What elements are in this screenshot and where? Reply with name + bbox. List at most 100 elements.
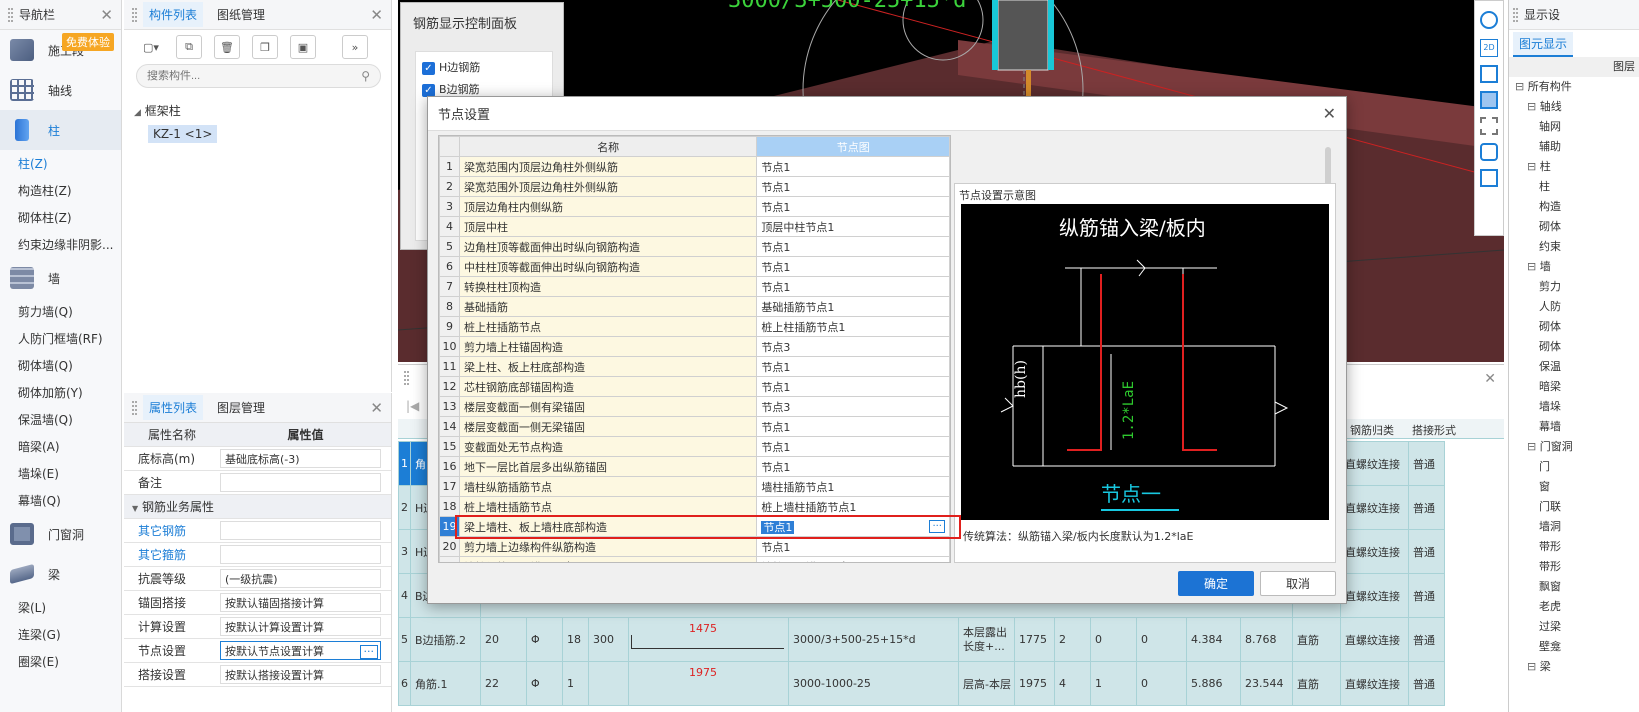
collapse-icon[interactable]: ⊟ [1515, 80, 1528, 93]
cell-type[interactable]: 普通 [1408, 441, 1445, 486]
orbit-icon[interactable] [1480, 11, 1498, 29]
cell-type[interactable]: 普通 [1408, 573, 1445, 618]
display-tree-item[interactable]: 过梁 [1509, 617, 1639, 637]
display-tree-item[interactable]: 轴网 [1509, 117, 1639, 137]
nav-cat-axis[interactable]: 轴线 [0, 70, 121, 110]
prop-value[interactable]: 按默认锚固搭接计算 [220, 593, 381, 612]
node-table-row[interactable]: 12 芯柱钢筋底部锚固构造 节点1 [439, 376, 950, 397]
nav-item-wall[interactable]: 砌体墙(Q) [0, 352, 121, 379]
node-table-row[interactable]: 5 边角柱顶等截面伸出时纵向钢筋构造 节点1 [439, 236, 950, 257]
cell-type[interactable]: 普通 [1408, 485, 1445, 530]
display-tree-item[interactable]: 砌体 [1509, 317, 1639, 337]
drag-grip-icon[interactable] [1513, 7, 1518, 22]
display-tree-item[interactable]: 约束 [1509, 237, 1639, 257]
node-name[interactable]: 顶层边角柱内侧纵筋 [458, 196, 758, 217]
close-icon[interactable]: ✕ [370, 6, 383, 24]
prop-value[interactable] [220, 473, 381, 492]
display-tree-item[interactable]: 辅助 [1509, 137, 1639, 157]
select-box-icon[interactable] [1480, 117, 1498, 135]
cell-w2[interactable]: 23.544 [1240, 661, 1293, 706]
node-name[interactable]: 边角柱顶等截面伸出时纵向钢筋构造 [458, 236, 758, 257]
cell-splice[interactable]: 直螺纹连接 [1340, 529, 1409, 574]
node-table-row[interactable]: 7 转换柱柱顶构造 节点1 [439, 276, 950, 297]
nav-cat-wall[interactable]: 墙 [0, 258, 121, 298]
cell-diameter[interactable]: 22 [480, 661, 527, 706]
node-value[interactable]: 墙柱顶层锚固节点2 [756, 556, 950, 562]
display-tree-item[interactable]: 门联 [1509, 497, 1639, 517]
node-table-row[interactable]: 13 楼层变截面一侧有梁锚固 节点3 [439, 396, 950, 417]
prop-value[interactable]: 按默认搭接设置计算 [220, 665, 381, 684]
display-tree-item[interactable]: 窗 [1509, 477, 1639, 497]
cell-v4[interactable]: 0 [1136, 661, 1187, 706]
nav-item-beam[interactable]: 圈梁(E) [0, 648, 121, 675]
collapse-icon[interactable]: ⊟ [1527, 260, 1540, 273]
node-table-row[interactable]: 8 基础插筋 基础插筋节点1 [439, 296, 950, 317]
cell-splice[interactable]: 直螺纹连接 [1340, 661, 1409, 706]
display-tree-item[interactable]: 砌体 [1509, 337, 1639, 357]
display-tree-item[interactable]: 暗梁 [1509, 377, 1639, 397]
nav-cat-beam[interactable]: 梁 [0, 554, 121, 594]
node-table-row[interactable]: 2 梁宽范围外顶层边角柱外侧纵筋 节点1 [439, 176, 950, 197]
node-name[interactable]: 楼层变截面一侧无梁锚固 [458, 416, 758, 437]
nav-item-masonry-column[interactable]: 砌体柱(Z) [0, 204, 121, 231]
display-tree-item[interactable]: 飘窗 [1509, 577, 1639, 597]
free-trial-badge[interactable]: 免费体验 [62, 33, 114, 51]
cancel-button[interactable]: 取消 [1260, 571, 1336, 596]
cell-type[interactable]: 普通 [1408, 661, 1445, 706]
node-name[interactable]: 转换柱柱顶构造 [458, 276, 758, 297]
node-value[interactable]: 桩上墙柱插筋节点1 [756, 496, 950, 517]
nav-first-icon[interactable]: |◀ [406, 399, 419, 413]
save-icon[interactable]: ▣ [290, 35, 316, 59]
3d-view-icon[interactable] [1480, 65, 1498, 83]
nav-item-wall[interactable]: 剪力墙(Q) [0, 298, 121, 325]
node-table-row[interactable]: 18 桩上墙柱插筋节点 桩上墙柱插筋节点1 [439, 496, 950, 517]
nav-item-beam[interactable]: 连梁(G) [0, 621, 121, 648]
node-value[interactable]: 节点1 [756, 276, 950, 297]
display-tree-item[interactable]: 老虎 [1509, 597, 1639, 617]
drag-grip-icon[interactable] [8, 7, 13, 22]
search-icon[interactable]: ⚲ [361, 69, 370, 83]
cell-v4[interactable]: 0 [1136, 617, 1187, 662]
cell-type[interactable]: 普通 [1408, 529, 1445, 574]
node-value[interactable]: 节点1 [756, 536, 950, 557]
node-name[interactable]: 梁宽范围内顶层边角柱外侧纵筋 [458, 156, 758, 177]
node-value[interactable]: 节点1 [756, 456, 950, 477]
node-table-row[interactable]: 16 地下一层比首层多出纵筋锚固 节点1 [439, 456, 950, 477]
node-value[interactable]: 节点1 [756, 436, 950, 457]
prop-value[interactable] [220, 521, 381, 540]
drag-grip-icon[interactable] [132, 7, 137, 22]
tree-item-kz1[interactable]: KZ-1 <1> [148, 125, 218, 143]
node-value[interactable]: 顶层中柱节点1 [756, 216, 950, 237]
nav-item-wall[interactable]: 砌体加筋(Y) [0, 379, 121, 406]
nav-item-wall[interactable]: 暗梁(A) [0, 433, 121, 460]
cell-shape-len[interactable]: 1975 [628, 661, 789, 706]
cell-v3[interactable]: 1 [1090, 661, 1137, 706]
nav-cat-door[interactable]: 门窗洞 [0, 514, 121, 554]
table-row[interactable]: 6 角筋.1 22 Φ 1 1975 3000-1000-25 层高-本层 19… [398, 661, 1445, 706]
cell-v2[interactable]: 2 [1054, 617, 1091, 662]
node-table-row[interactable]: 15 变截面处无节点构造 节点1 [439, 436, 950, 457]
2d-view-icon[interactable]: 2D [1480, 39, 1498, 57]
box-view-icon[interactable] [1480, 91, 1498, 109]
cell-v2[interactable]: 4 [1054, 661, 1091, 706]
display-tree-item[interactable]: ⊟ 梁 [1509, 657, 1639, 677]
cell-name[interactable]: 角筋.1 [410, 661, 481, 706]
display-tree-item[interactable]: ⊟ 轴线 [1509, 97, 1639, 117]
checkbox-h-rebar[interactable]: ✓ H边钢筋 [416, 58, 552, 78]
node-table-row[interactable]: 9 桩上柱插筋节点 桩上柱插筋节点1 [439, 316, 950, 337]
display-tree-item[interactable]: 柱 [1509, 177, 1639, 197]
node-table-row[interactable]: 3 顶层边角柱内侧纵筋 节点1 [439, 196, 950, 217]
display-tree-item[interactable]: 带形 [1509, 537, 1639, 557]
cell-name[interactable]: B边插筋.2 [410, 617, 481, 662]
node-value[interactable]: 桩上柱插筋节点1 [756, 316, 950, 337]
node-table-row[interactable]: 14 楼层变截面一侧无梁锚固 节点1 [439, 416, 950, 437]
drag-grip-icon[interactable] [404, 371, 409, 385]
node-value[interactable]: 节点3 [756, 336, 950, 357]
close-icon[interactable]: ✕ [1484, 371, 1496, 387]
node-table-row[interactable]: 10 剪力墙上柱锚固构造 节点3 [439, 336, 950, 357]
cell-w2[interactable]: 8.768 [1240, 617, 1293, 662]
dialog-scrollbar[interactable] [1325, 147, 1331, 187]
display-tree-item[interactable]: 门 [1509, 457, 1639, 477]
tab-properties[interactable]: 属性列表 [143, 395, 204, 420]
nav-item-wall[interactable]: 幕墙(Q) [0, 487, 121, 514]
